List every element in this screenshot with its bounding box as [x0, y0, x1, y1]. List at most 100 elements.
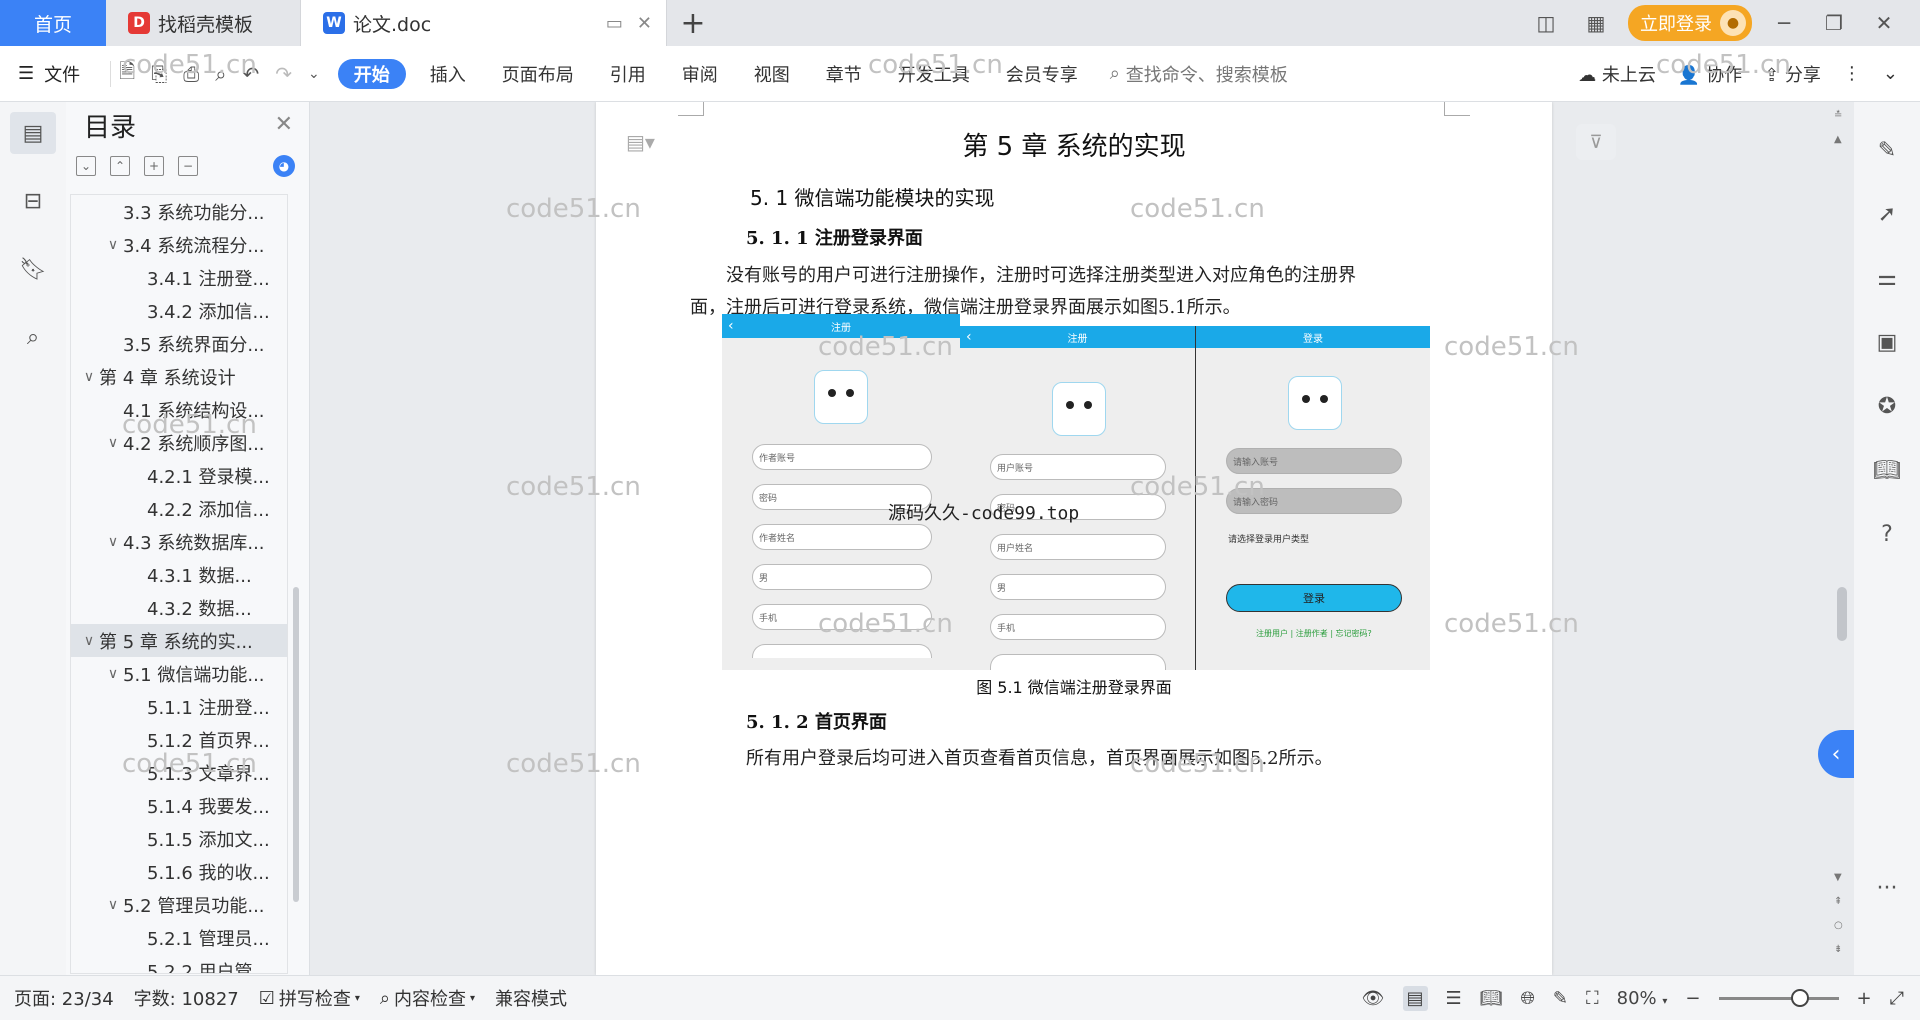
file-menu[interactable]: ☰ 文件: [18, 61, 80, 87]
zoom-slider[interactable]: [1718, 988, 1839, 1007]
page-toolbar-toggle-icon[interactable]: ⊽: [1576, 124, 1616, 160]
toc-item[interactable]: 5.1.6 我的收...: [71, 855, 287, 888]
toc-item[interactable]: 4.1 系统结构设...: [71, 393, 287, 426]
toc-item[interactable]: 4.2.1 登录模...: [71, 459, 287, 492]
toc-item[interactable]: ∨ 第 4 章 系统设计: [71, 360, 287, 393]
close-icon[interactable]: ✕: [275, 112, 293, 137]
zoom-slider-knob[interactable]: [1790, 988, 1809, 1007]
new-tab-button[interactable]: +: [667, 0, 719, 46]
collapse-all-icon[interactable]: ⌃: [110, 156, 130, 176]
toc-item[interactable]: 5.2.1 管理员...: [71, 921, 287, 954]
toc-item[interactable]: 4.2.2 添加信...: [71, 492, 287, 525]
chevron-down-icon[interactable]: ∨: [103, 666, 123, 682]
menu-tab-review[interactable]: 审阅: [664, 59, 736, 89]
zoom-in-icon[interactable]: +: [1857, 988, 1872, 1009]
page-counter[interactable]: 页面: 23/34: [14, 985, 114, 1011]
next-page-icon[interactable]: ⇟: [1834, 944, 1842, 955]
zoom-level[interactable]: 80% ▾: [1617, 988, 1668, 1009]
tab-home[interactable]: 首页: [0, 0, 106, 46]
more-icon[interactable]: ⋮: [1843, 63, 1861, 84]
toc-item[interactable]: 5.1.3 文章界...: [71, 756, 287, 789]
chevron-down-icon[interactable]: ⌄: [308, 66, 320, 82]
spell-check-button[interactable]: ☑ 拼写检查 ▾: [259, 985, 360, 1011]
smart-toc-icon[interactable]: ◕: [273, 155, 295, 177]
navigation-icon[interactable]: ⊟: [10, 180, 56, 222]
scroll-top-icon[interactable]: ≛: [1834, 110, 1842, 121]
toc-item[interactable]: ∨ 5.1 微信端功能...: [71, 657, 287, 690]
expand-side-panel-icon[interactable]: ‹: [1818, 730, 1854, 778]
scrollbar-thumb[interactable]: [1837, 587, 1847, 641]
content-check-button[interactable]: ⌕ 内容检查 ▾: [380, 985, 475, 1011]
toc-item[interactable]: ∨ 第 5 章 系统的实...: [71, 624, 287, 657]
read-view-icon[interactable]: 📖︎: [1480, 988, 1503, 1009]
apps-grid-icon[interactable]: ▦: [1578, 11, 1614, 35]
chevron-down-icon[interactable]: ∨: [79, 369, 99, 385]
menu-tab-member[interactable]: 会员专享: [988, 59, 1096, 89]
restore-icon[interactable]: ❐: [1816, 11, 1852, 35]
document-scrollbar[interactable]: ≛ ▲ ▼ ⇞ ○ ⇟: [1828, 102, 1854, 975]
login-button[interactable]: 立即登录 ●: [1628, 5, 1752, 41]
tab-document[interactable]: W 论文.doc ▭ ✕: [301, 0, 667, 46]
sliders-icon[interactable]: ⚌: [1867, 260, 1907, 296]
toc-item[interactable]: 3.5 系统界面分...: [71, 327, 287, 360]
toc-item[interactable]: ∨ 3.4 系统流程分...: [71, 228, 287, 261]
toc-item[interactable]: 5.1.4 我要发...: [71, 789, 287, 822]
print-preview-icon[interactable]: ⌕: [215, 62, 226, 86]
share-button[interactable]: ⇪ 分享: [1764, 61, 1821, 87]
outline-view-icon[interactable]: ☰: [1446, 988, 1462, 1009]
toc-item[interactable]: 3.3 系统功能分...: [71, 195, 287, 228]
tab-template[interactable]: D 找稻壳模板: [106, 0, 301, 46]
close-window-icon[interactable]: ✕: [1866, 11, 1902, 35]
toc-item[interactable]: 5.1.1 注册登...: [71, 690, 287, 723]
pointer-icon[interactable]: ➚: [1867, 196, 1907, 232]
toc-item[interactable]: 4.3.1 数据...: [71, 558, 287, 591]
fit-page-icon[interactable]: ⛶: [1586, 988, 1599, 1009]
chevron-down-icon[interactable]: ∨: [103, 237, 123, 253]
command-search[interactable]: ⌕ 查找命令、搜索模板: [1110, 61, 1288, 87]
menu-tab-view[interactable]: 视图: [736, 59, 808, 89]
ai-assistant-icon[interactable]: ✪: [1867, 388, 1907, 424]
expand-all-icon[interactable]: ⌄: [76, 156, 96, 176]
toc-item[interactable]: 4.3.2 数据...: [71, 591, 287, 624]
toc-item[interactable]: 3.4.1 注册登...: [71, 261, 287, 294]
write-view-icon[interactable]: ✎: [1553, 988, 1568, 1009]
toc-item[interactable]: ∨ 4.3 系统数据库...: [71, 525, 287, 558]
redo-icon[interactable]: ↷: [275, 62, 292, 86]
more-options-icon[interactable]: ···: [1867, 870, 1907, 906]
undo-icon[interactable]: ↶: [242, 62, 259, 86]
menu-tab-references[interactable]: 引用: [592, 59, 664, 89]
reading-mode-icon[interactable]: 📖︎: [1867, 452, 1907, 488]
scroll-up-icon[interactable]: ▲: [1834, 134, 1842, 145]
remove-heading-icon[interactable]: −: [178, 156, 198, 176]
prev-page-icon[interactable]: ⇞: [1834, 896, 1842, 907]
toc-item[interactable]: 5.2.2 用户管...: [71, 954, 287, 974]
save-icon[interactable]: 🗎: [119, 57, 135, 91]
fullscreen-icon[interactable]: ⤢: [1890, 988, 1904, 1009]
chevron-down-icon[interactable]: ∨: [79, 633, 99, 649]
page-view-icon[interactable]: ▤: [1402, 985, 1428, 1011]
close-tab-icon[interactable]: ✕: [637, 13, 652, 34]
zoom-out-icon[interactable]: −: [1685, 988, 1700, 1009]
menu-tab-developer[interactable]: 开发工具: [880, 59, 988, 89]
web-view-icon[interactable]: 🌐︎: [1521, 988, 1535, 1009]
chevron-down-icon[interactable]: ∨: [103, 897, 123, 913]
toc-panel-icon[interactable]: ▤: [10, 112, 56, 154]
toc-item[interactable]: ∨ 5.2 管理员功能...: [71, 888, 287, 921]
select-browse-icon[interactable]: ○: [1834, 920, 1843, 931]
collaborate-button[interactable]: 👤 协作: [1678, 61, 1742, 87]
add-heading-icon[interactable]: +: [144, 156, 164, 176]
image-tool-icon[interactable]: ▣: [1867, 324, 1907, 360]
eye-protection-icon[interactable]: 👁︎: [1362, 988, 1385, 1009]
screen-icon[interactable]: ▭: [606, 13, 623, 34]
toc-item[interactable]: ∨ 4.2 系统顺序图...: [71, 426, 287, 459]
export-icon[interactable]: ⎘: [151, 62, 167, 86]
toc-scrollbar[interactable]: [293, 587, 299, 902]
scroll-down-icon[interactable]: ▼: [1834, 872, 1842, 883]
help-icon[interactable]: ?: [1867, 516, 1907, 552]
menu-tab-section[interactable]: 章节: [808, 59, 880, 89]
chevron-down-icon[interactable]: ∨: [103, 435, 123, 451]
print-icon[interactable]: ⎙: [183, 62, 199, 86]
toc-item[interactable]: 3.4.2 添加信...: [71, 294, 287, 327]
word-count[interactable]: 字数: 10827: [134, 985, 239, 1011]
pen-icon[interactable]: ✎: [1867, 132, 1907, 168]
